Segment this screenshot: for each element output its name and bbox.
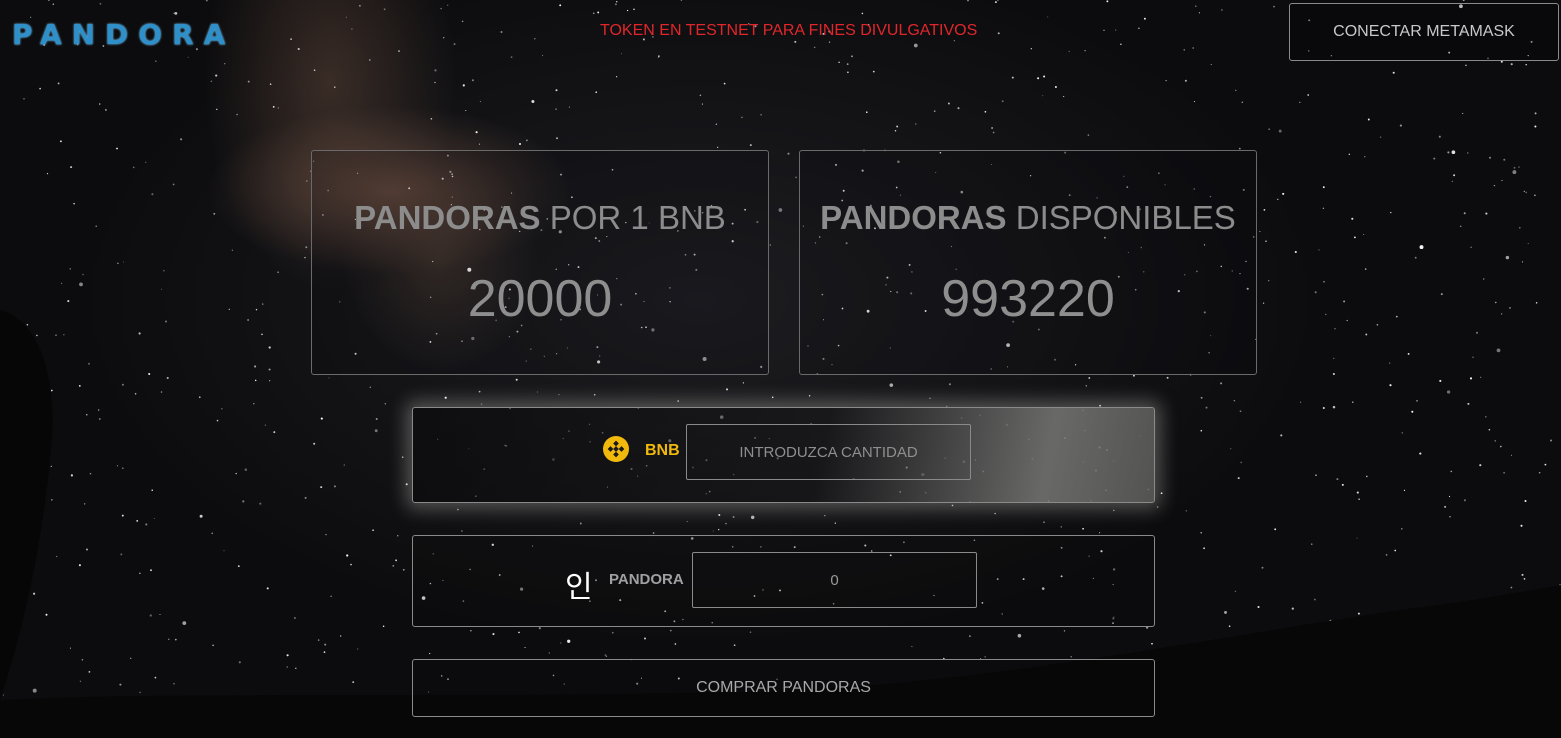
rate-card-title: PANDORAS POR 1 BNB (312, 199, 768, 237)
rate-title-rest: POR 1 BNB (540, 199, 726, 236)
rate-card: PANDORAS POR 1 BNB 20000 (311, 150, 769, 375)
bnb-amount-input[interactable] (686, 424, 971, 480)
bnb-input-row: BNB (412, 407, 1155, 503)
bnb-coin-icon (603, 436, 629, 462)
pandora-amount-field[interactable] (692, 552, 977, 608)
available-title-rest: DISPONIBLES (1006, 199, 1236, 236)
pandora-output-row: 인 PANDORA (412, 535, 1155, 627)
rate-title-bold: PANDORAS (354, 199, 541, 236)
buy-pandoras-button[interactable]: COMPRAR PANDORAS (412, 659, 1155, 717)
pandora-symbol-icon: 인 (565, 570, 593, 605)
pandora-label: PANDORA (609, 571, 684, 588)
bnb-label: BNB (645, 442, 680, 459)
testnet-notice: TOKEN EN TESTNET PARA FINES DIVULGATIVOS (600, 22, 978, 39)
mountain-silhouette (0, 310, 1561, 738)
rate-value: 20000 (467, 270, 613, 328)
pandora-logo: PANDORA (12, 18, 236, 51)
available-card: PANDORAS DISPONIBLES 993220 (799, 150, 1257, 375)
connect-metamask-button[interactable]: CONECTAR METAMASK (1289, 3, 1559, 61)
available-title-bold: PANDORAS (820, 199, 1007, 236)
available-card-title: PANDORAS DISPONIBLES (800, 199, 1256, 237)
available-value: 993220 (941, 270, 1115, 328)
